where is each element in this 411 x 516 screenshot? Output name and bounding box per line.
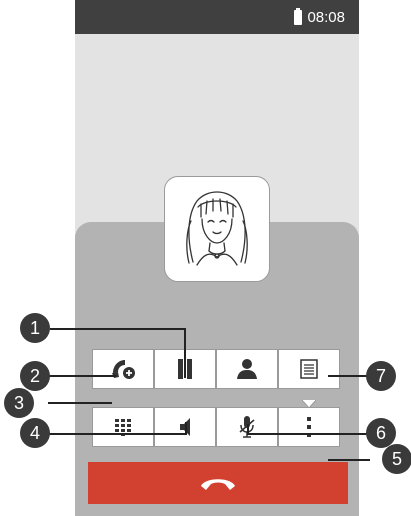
callout-2: 2: [20, 361, 50, 391]
dialpad-button[interactable]: [92, 407, 154, 447]
callout-5: 5: [382, 444, 411, 474]
callout-line-1: [50, 328, 185, 330]
contacts-button[interactable]: [216, 349, 278, 389]
contact-icon: [237, 359, 257, 379]
add-call-icon: [112, 360, 135, 379]
callout-1: 1: [20, 313, 50, 343]
more-button[interactable]: [278, 407, 340, 447]
callout-3: 3: [4, 388, 34, 418]
notes-button[interactable]: [278, 349, 340, 389]
callout-line-5: [328, 459, 370, 461]
hang-up-icon: [201, 479, 235, 490]
callout-7: 7: [366, 361, 396, 391]
callout-line-4: [48, 433, 187, 435]
phone-screen: 08:08: [75, 0, 359, 516]
add-call-button[interactable]: [92, 349, 154, 389]
callout-line-6: [248, 433, 370, 435]
callout-6: 6: [366, 418, 396, 448]
callout-4: 4: [20, 418, 50, 448]
notes-icon: [300, 359, 318, 379]
callout-line-2: [48, 375, 116, 377]
callout-line-3: [48, 402, 112, 404]
battery-icon: [294, 7, 303, 25]
avatar-illustration-icon: [186, 191, 248, 266]
end-call-button[interactable]: [88, 462, 348, 504]
status-bar: 08:08: [75, 0, 359, 34]
callout-line-1-drop: [184, 328, 186, 378]
popup-pointer: [302, 400, 316, 408]
callout-line-7: [328, 375, 370, 377]
callout-line-4-rise: [185, 422, 187, 435]
status-time: 08:08: [307, 8, 345, 26]
callout-line-6-rise: [247, 424, 249, 435]
contact-photo: [164, 176, 270, 282]
